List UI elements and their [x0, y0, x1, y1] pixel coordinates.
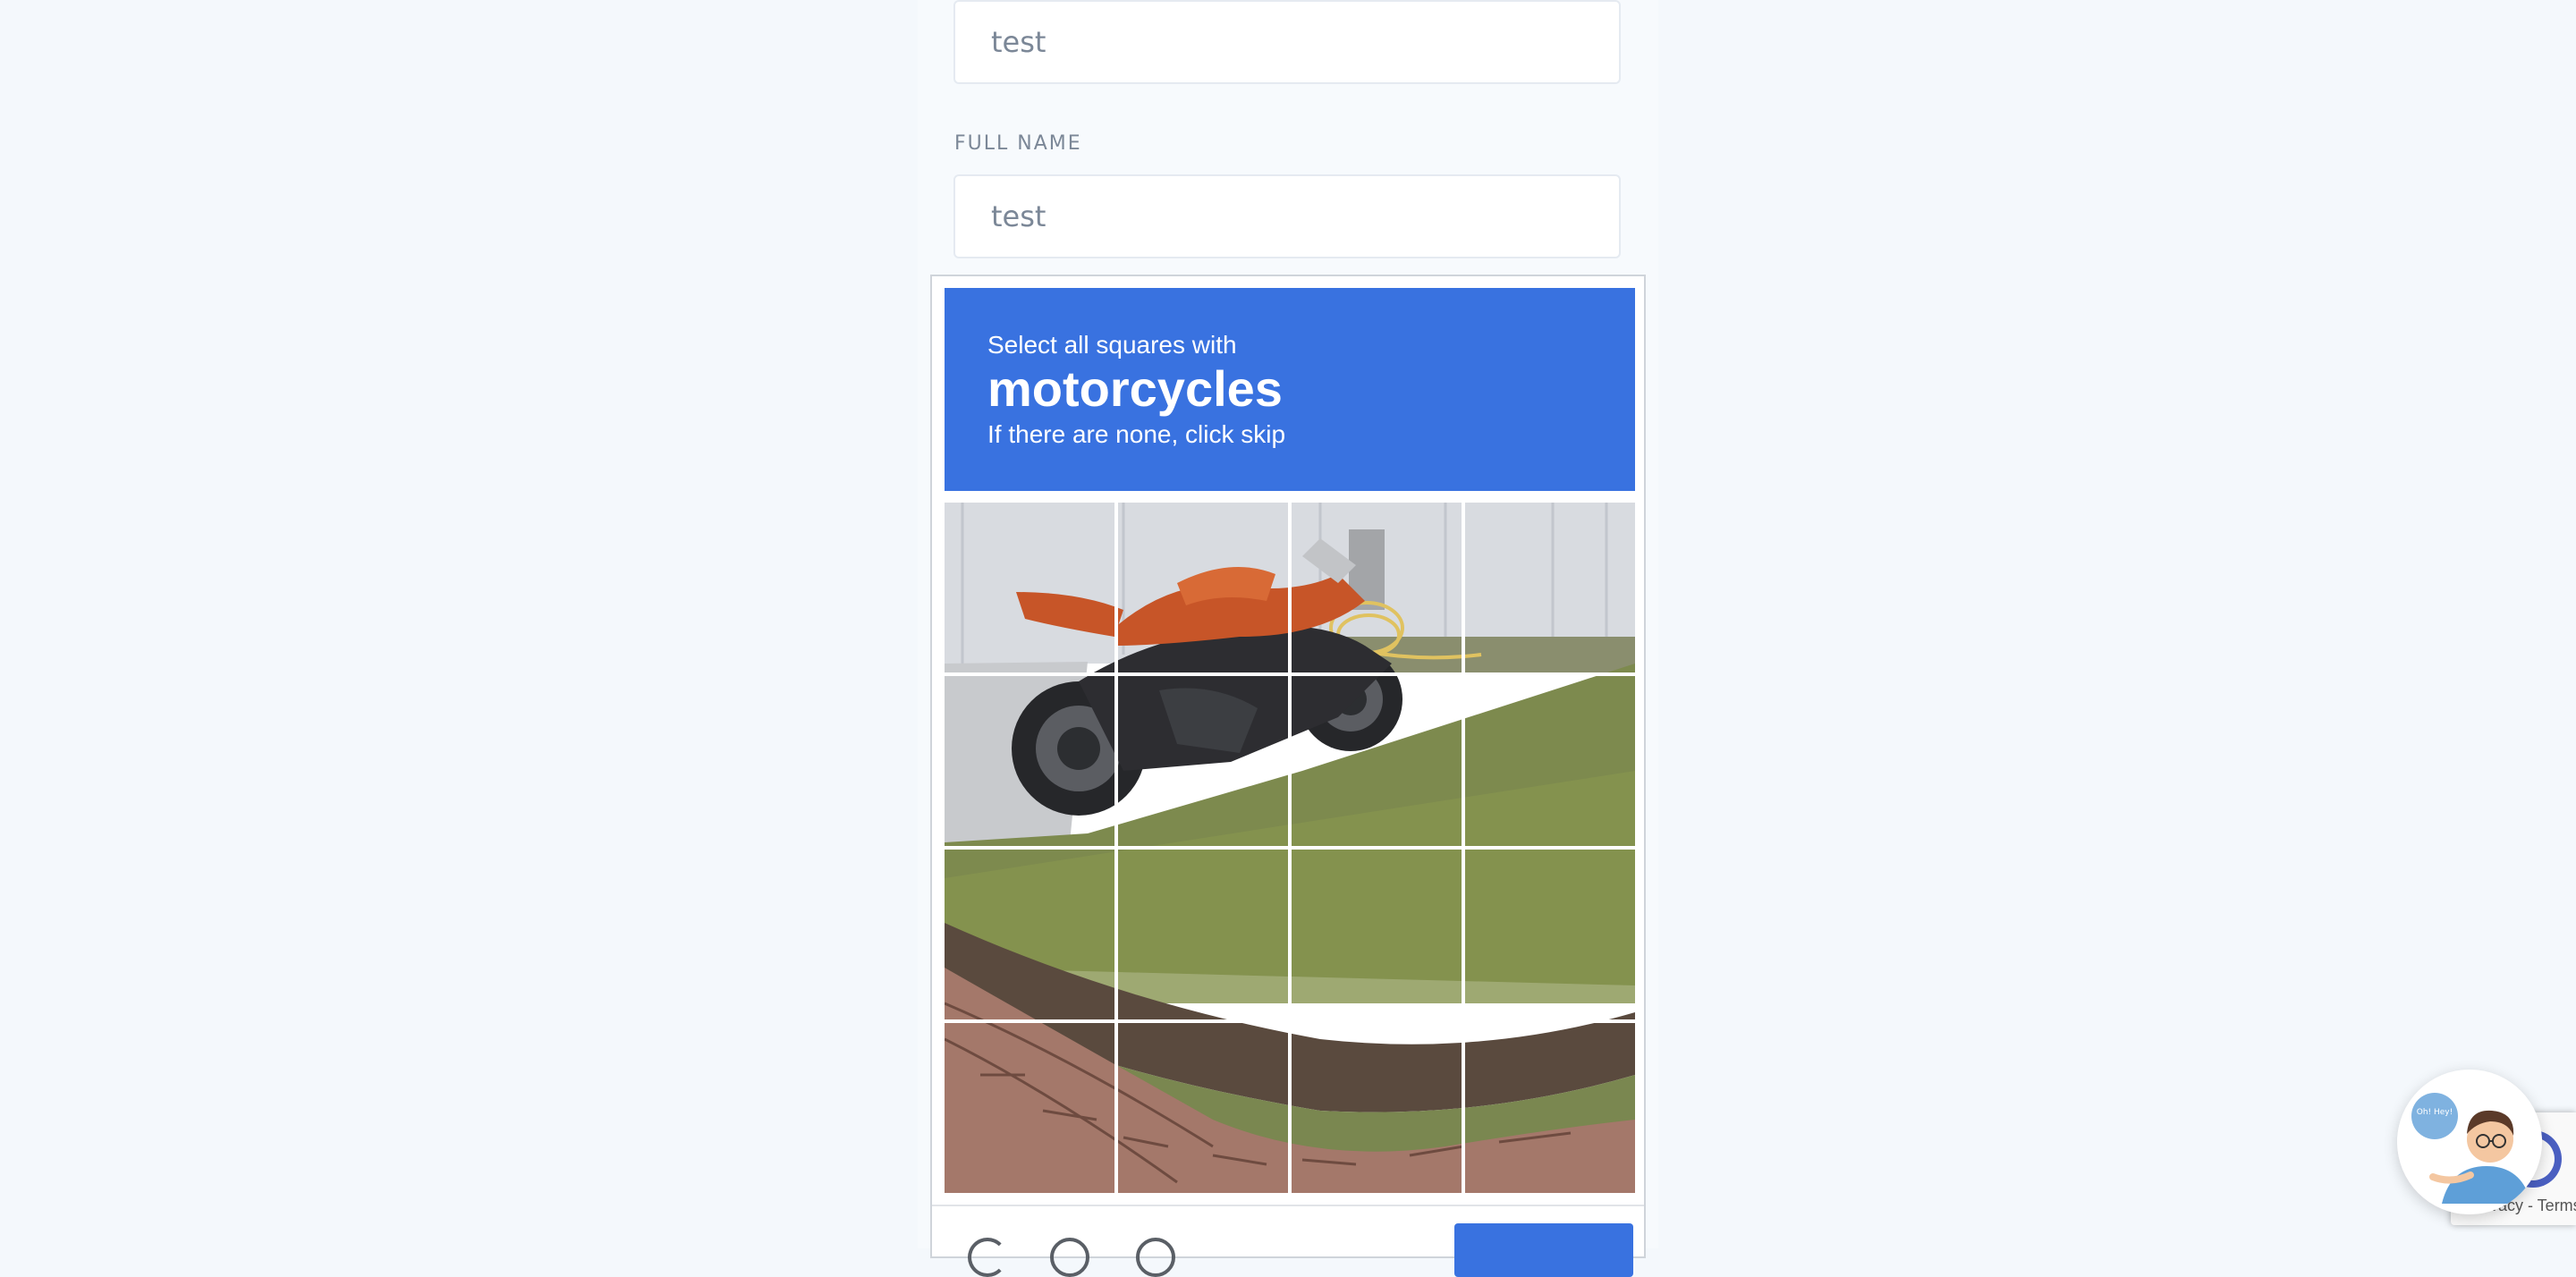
captcha-tile[interactable]	[1118, 676, 1288, 846]
captcha-tile[interactable]	[1118, 850, 1288, 1019]
captcha-tile[interactable]	[1465, 1023, 1635, 1193]
captcha-tile[interactable]	[1292, 676, 1462, 846]
captcha-tile[interactable]	[945, 850, 1114, 1019]
captcha-tile[interactable]	[945, 676, 1114, 846]
captcha-tile-image	[1465, 676, 1635, 846]
captcha-tile[interactable]	[945, 1023, 1114, 1193]
previous-field-input[interactable]: test	[953, 0, 1621, 84]
captcha-tile-image	[945, 503, 1114, 672]
reload-icon[interactable]	[968, 1238, 1007, 1277]
assistant-avatar-icon: Oh! Hey!	[2397, 1070, 2542, 1214]
captcha-image-grid	[945, 503, 1635, 1193]
captcha-tile[interactable]	[1292, 503, 1462, 672]
captcha-tile[interactable]	[1292, 850, 1462, 1019]
captcha-tile-image	[1118, 850, 1288, 1019]
captcha-tile[interactable]	[1118, 1023, 1288, 1193]
captcha-tile[interactable]	[1118, 503, 1288, 672]
captcha-tile-image	[1465, 1023, 1635, 1193]
captcha-tile-image	[1292, 503, 1462, 672]
chat-bubble-text: Oh! Hey!	[2417, 1108, 2453, 1117]
captcha-skip-hint: If there are none, click skip	[987, 420, 1286, 448]
captcha-tile-image	[1292, 1023, 1462, 1193]
captcha-target-label: motorcycles	[987, 360, 1283, 417]
captcha-tile-image	[945, 850, 1114, 1019]
captcha-footer-divider	[932, 1205, 1644, 1206]
captcha-tile-image	[945, 1023, 1114, 1193]
captcha-tile[interactable]	[945, 503, 1114, 672]
captcha-instruction: Select all squares with	[987, 331, 1237, 359]
captcha-tile[interactable]	[1465, 503, 1635, 672]
captcha-tile-image	[1292, 850, 1462, 1019]
captcha-tile-image	[1118, 1023, 1288, 1193]
captcha-tile-image	[1292, 676, 1462, 846]
captcha-tile-image	[1118, 503, 1288, 672]
captcha-tile-image	[1118, 676, 1288, 846]
full-name-label: FULL NAME	[954, 132, 1082, 155]
audio-icon[interactable]	[1050, 1238, 1089, 1277]
full-name-input[interactable]: test	[953, 174, 1621, 258]
captcha-tile[interactable]	[1292, 1023, 1462, 1193]
captcha-header: Select all squares with motorcycles If t…	[945, 288, 1635, 491]
captcha-tile-image	[1465, 503, 1635, 672]
captcha-tile-image	[945, 676, 1114, 846]
verify-button[interactable]	[1454, 1223, 1633, 1277]
chat-widget-button[interactable]: Oh! Hey!	[2397, 1070, 2542, 1214]
captcha-tile-image	[1465, 850, 1635, 1019]
captcha-tile[interactable]	[1465, 676, 1635, 846]
info-icon[interactable]	[1136, 1238, 1175, 1277]
captcha-tile[interactable]	[1465, 850, 1635, 1019]
